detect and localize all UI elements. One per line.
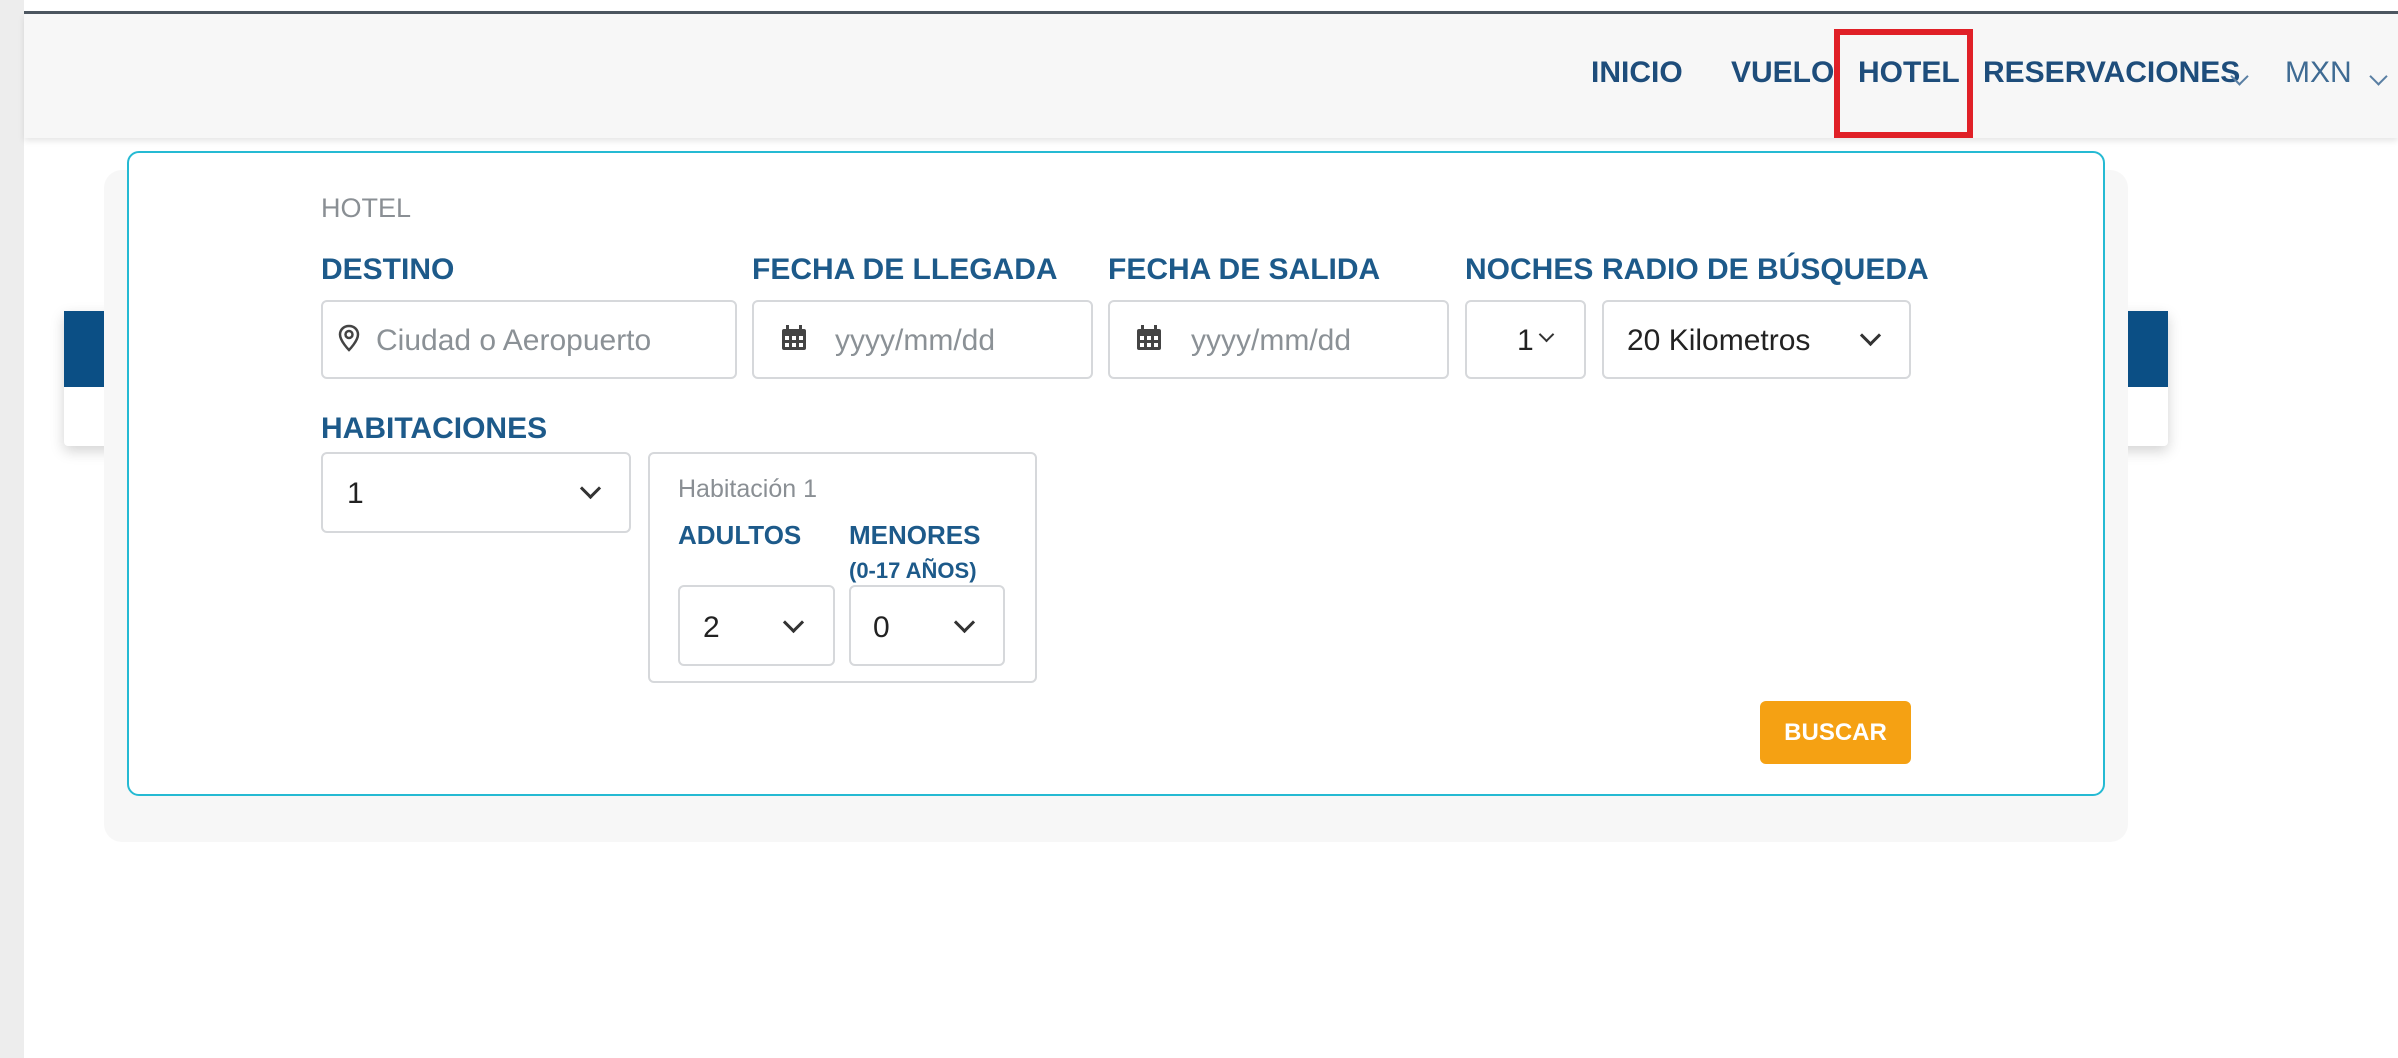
buscar-button[interactable]: BUSCAR [1760, 701, 1911, 764]
room-title: Habitación 1 [678, 475, 817, 503]
calendar-icon [782, 325, 806, 350]
location-pin-icon [338, 324, 360, 352]
habitaciones-value: 1 [347, 477, 364, 510]
adultos-label: ADULTOS [678, 520, 802, 550]
noches-label: NOCHES [1465, 253, 1594, 286]
destino-label: DESTINO [321, 253, 455, 286]
adultos-value: 2 [703, 611, 720, 644]
destino-placeholder: Ciudad o Aeropuerto [376, 324, 652, 357]
calendar-icon [1137, 325, 1161, 350]
menores-value: 0 [873, 611, 890, 644]
habitaciones-label: HABITACIONES [321, 412, 548, 445]
adultos-select[interactable] [678, 585, 835, 666]
menores-label: MENORES [849, 520, 981, 550]
salida-label: FECHA DE SALIDA [1108, 253, 1381, 286]
menores-age-range: (0-17 AÑOS) [849, 558, 977, 583]
llegada-label: FECHA DE LLEGADA [752, 253, 1058, 286]
section-title: HOTEL [321, 193, 412, 223]
llegada-placeholder: yyyy/mm/dd [835, 324, 996, 357]
salida-placeholder: yyyy/mm/dd [1191, 324, 1352, 357]
noches-value: 1 [1517, 324, 1534, 357]
radio-label: RADIO DE BÚSQUEDA [1602, 253, 1929, 286]
radio-value: 20 Kilometros [1627, 324, 1811, 357]
